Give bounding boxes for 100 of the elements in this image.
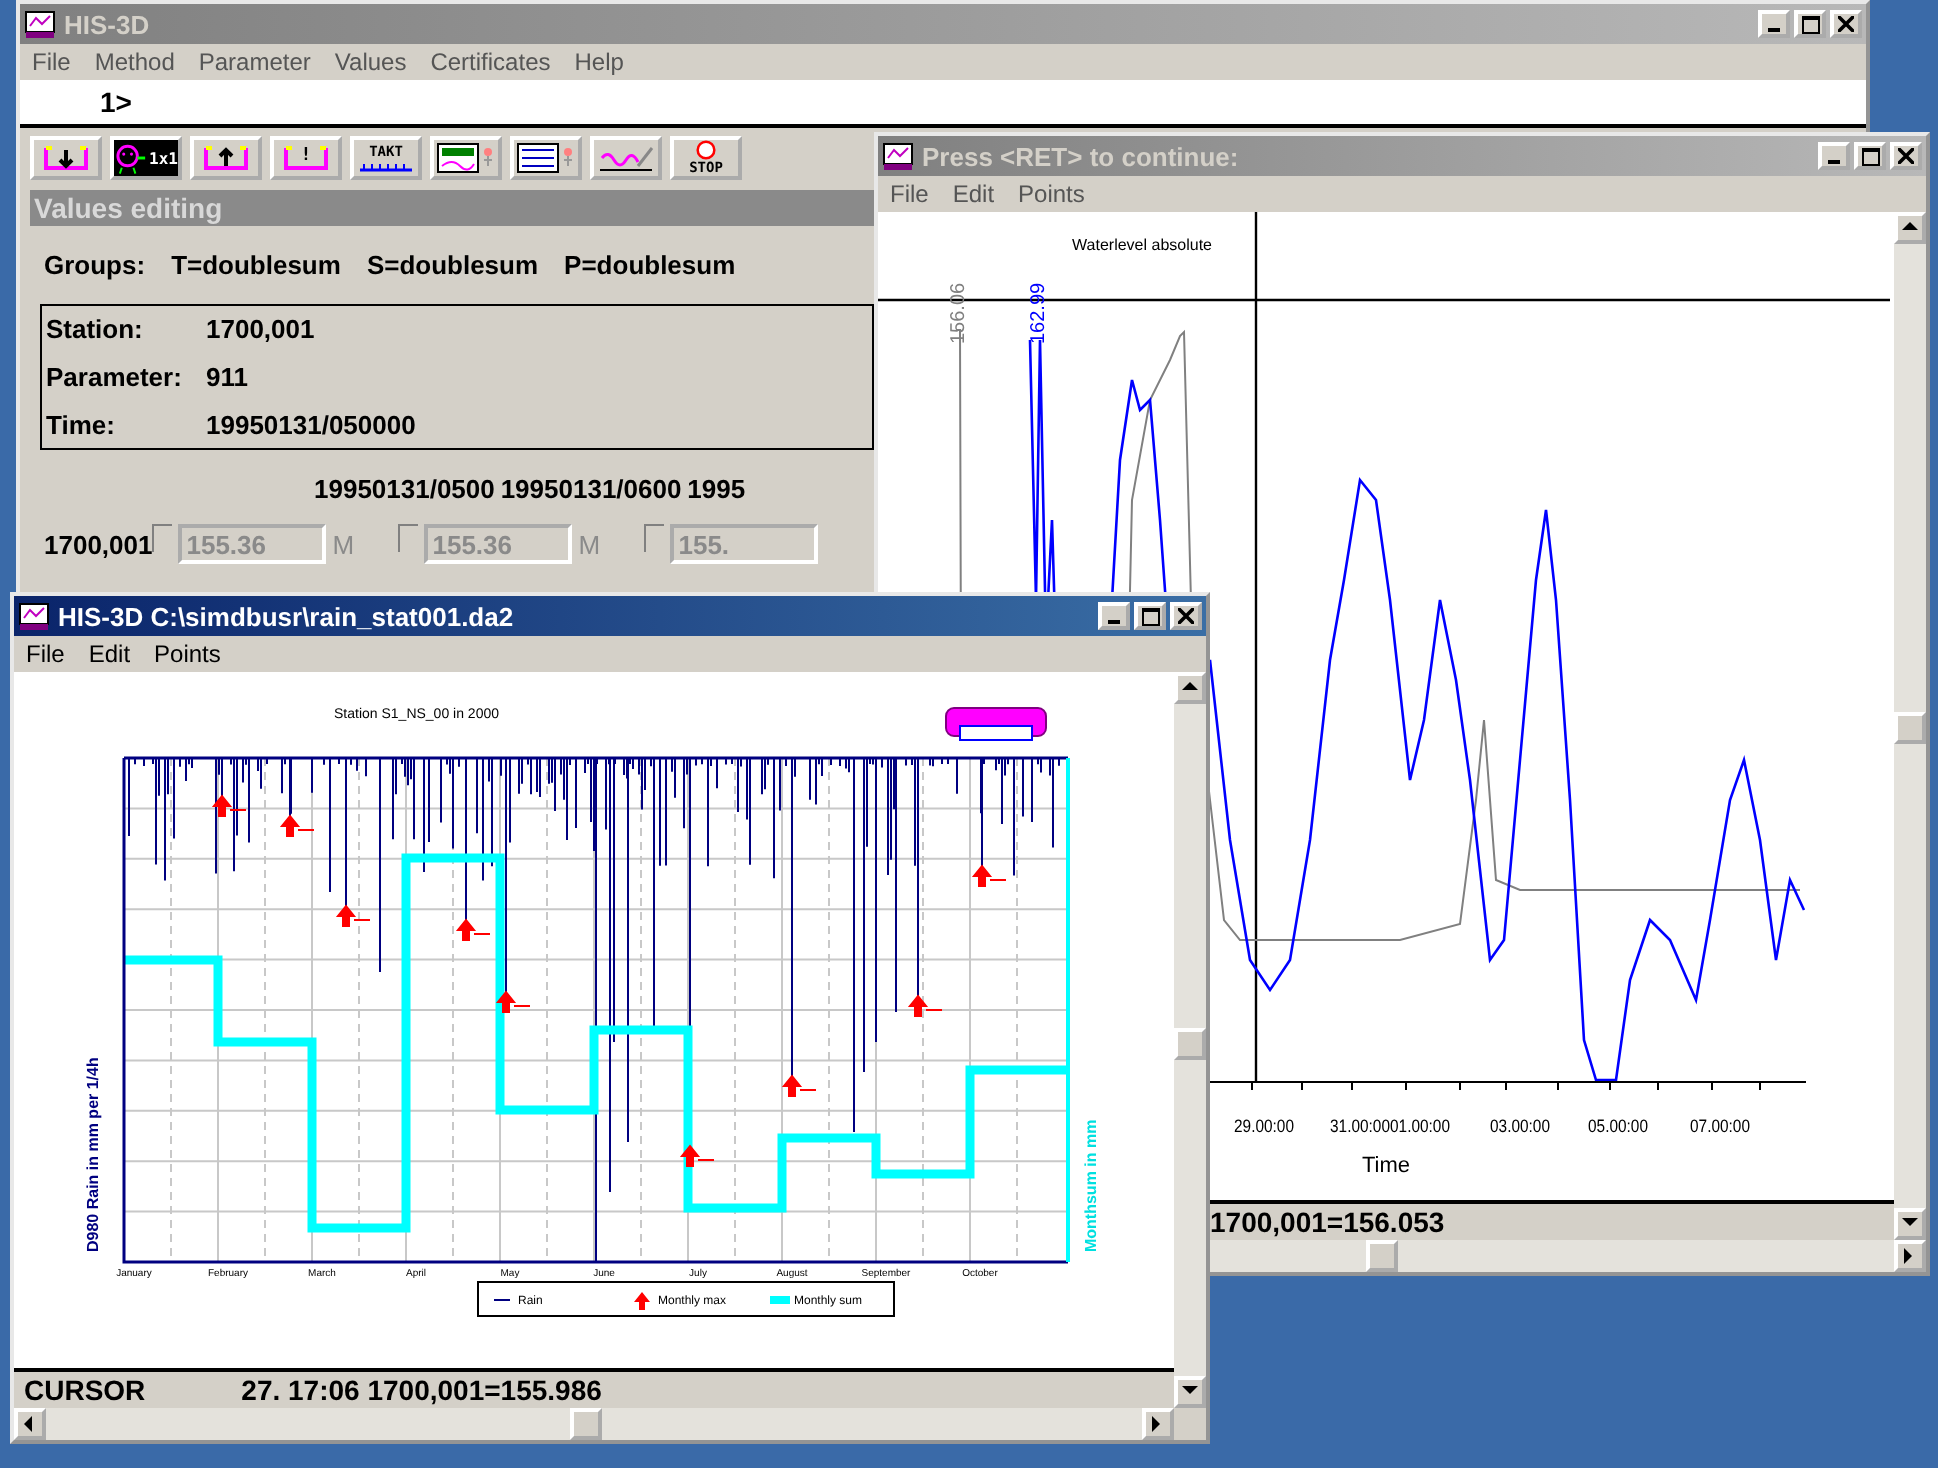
command-prompt: 1>	[100, 86, 132, 118]
column-header: 1995	[687, 474, 748, 504]
toolbar-button[interactable]: 1x1	[110, 136, 182, 180]
maximize-icon	[1141, 607, 1159, 625]
legend-line-icon	[493, 1299, 511, 1301]
minimize-button[interactable]	[1818, 142, 1850, 170]
scroll-down-button[interactable]	[1894, 1208, 1926, 1240]
horizontal-scrollbar[interactable]	[14, 1408, 1174, 1440]
close-icon	[1178, 608, 1194, 624]
maximize-button[interactable]	[1134, 602, 1166, 630]
series-label: 162.99	[1028, 282, 1050, 344]
menu-item[interactable]: Parameter	[198, 48, 311, 76]
scroll-thumb[interactable]	[1894, 712, 1926, 744]
menu-item[interactable]: Help	[574, 48, 624, 76]
max-arrow	[455, 919, 491, 941]
panel-title: Values editing	[34, 192, 223, 224]
graph-icon	[596, 142, 656, 174]
window-title: Press <RET> to continue:	[922, 141, 1241, 171]
toolbar-button[interactable]	[510, 136, 582, 180]
vertical-scrollbar[interactable]	[1174, 672, 1206, 1408]
maximize-button[interactable]	[1854, 142, 1886, 170]
toolbar-button[interactable]: !	[270, 136, 342, 180]
toolbar-button[interactable]	[190, 136, 262, 180]
cursor-readout: 27. 17:06 1700,001=155.986	[241, 1374, 602, 1406]
menu-item[interactable]: Points	[1018, 180, 1085, 208]
max-arrow	[495, 991, 531, 1013]
menu-item[interactable]: Certificates	[430, 48, 551, 76]
window-title: HIS-3D C:\simdbusr\rain_stat001.da2	[58, 601, 516, 631]
status-label: CURSOR	[24, 1374, 146, 1406]
legend-arrow-icon	[634, 1292, 650, 1310]
field-label: Parameter:	[46, 361, 184, 392]
scroll-right-button[interactable]	[1894, 1240, 1926, 1272]
scroll-down-button[interactable]	[1174, 1376, 1206, 1408]
vertical-scrollbar[interactable]	[1894, 212, 1926, 1240]
tick-label: 01.00:00	[1390, 1116, 1461, 1136]
groups-text: P=doublesum	[564, 250, 736, 280]
tick-label: 03.00:00	[1490, 1116, 1561, 1136]
groups-text: Groups:	[44, 250, 146, 280]
max-arrow	[907, 995, 943, 1017]
chart-title: Waterlevel absolute	[1072, 236, 1212, 254]
maximize-icon	[1861, 147, 1879, 165]
close-button[interactable]	[1170, 602, 1202, 630]
close-button[interactable]	[1830, 10, 1862, 38]
column-header: 19950131/0600	[500, 474, 684, 504]
groups-text: T=doublesum	[171, 250, 341, 280]
toolbar-button[interactable]	[590, 136, 662, 180]
maximize-icon	[1801, 15, 1819, 33]
menu-item[interactable]: File	[890, 180, 929, 208]
toolbar-button[interactable]	[30, 136, 102, 180]
menu-item[interactable]: Edit	[952, 180, 995, 208]
menu-item[interactable]: Values	[334, 48, 407, 76]
field-value: 1700,001	[206, 314, 315, 345]
flag-label: M	[578, 529, 601, 559]
max-arrow	[781, 1075, 817, 1097]
scroll-up-button[interactable]	[1174, 672, 1206, 704]
maximize-button[interactable]	[1794, 10, 1826, 38]
max-arrow	[335, 905, 371, 927]
flag-label: M	[332, 529, 355, 559]
max-arrow	[971, 865, 1007, 887]
close-button[interactable]	[1890, 142, 1922, 170]
scroll-thumb[interactable]	[570, 1408, 602, 1440]
scroll-up-button[interactable]	[1894, 212, 1926, 244]
badge-icon	[945, 707, 1047, 741]
max-arrow	[279, 815, 315, 837]
legend-band-icon	[770, 1296, 790, 1304]
app-icon	[18, 602, 50, 630]
app-icon	[882, 142, 914, 170]
menu-item[interactable]: File	[26, 640, 65, 668]
field-value: 19950131/050000	[206, 409, 416, 440]
max-arrow	[211, 795, 247, 817]
minimize-button[interactable]	[1758, 10, 1790, 38]
groups-text: S=doublesum	[366, 250, 539, 280]
toolbar-button[interactable]	[430, 136, 502, 180]
scroll-thumb[interactable]	[1366, 1240, 1398, 1272]
cursor-readout: 1700,001=156.053	[1210, 1206, 1445, 1238]
field-label: Station:	[46, 314, 145, 345]
values-icon	[436, 142, 496, 174]
row-label: 1700,001	[44, 529, 153, 559]
tick-label: 29.00:00	[1234, 1116, 1305, 1136]
max-arrow	[679, 1145, 715, 1167]
scroll-thumb[interactable]	[1174, 1028, 1206, 1060]
close-icon	[1898, 148, 1914, 164]
menu-item[interactable]: Method	[94, 48, 175, 76]
tick-label: 05.00:00	[1588, 1116, 1659, 1136]
axis-title: Monthsum in mm	[1082, 1119, 1100, 1252]
menu-item[interactable]: File	[32, 48, 71, 76]
scroll-right-button[interactable]	[1142, 1408, 1174, 1440]
face-icon	[114, 142, 148, 174]
axis-title: Time	[1361, 1154, 1411, 1178]
field-label: Time:	[46, 409, 117, 440]
menu-item[interactable]: Edit	[88, 640, 131, 668]
app-icon	[24, 10, 56, 38]
menu-item[interactable]: Points	[154, 640, 221, 668]
column-header: 19950131/0500	[314, 474, 497, 504]
tick-label: 07.00:00	[1690, 1116, 1761, 1136]
axis-title: D980 Rain in mm per 1/4h	[84, 1057, 102, 1252]
close-icon	[1838, 16, 1854, 32]
scroll-left-button[interactable]	[14, 1408, 46, 1440]
minimize-button[interactable]	[1098, 602, 1130, 630]
field-value: 911	[206, 361, 248, 392]
